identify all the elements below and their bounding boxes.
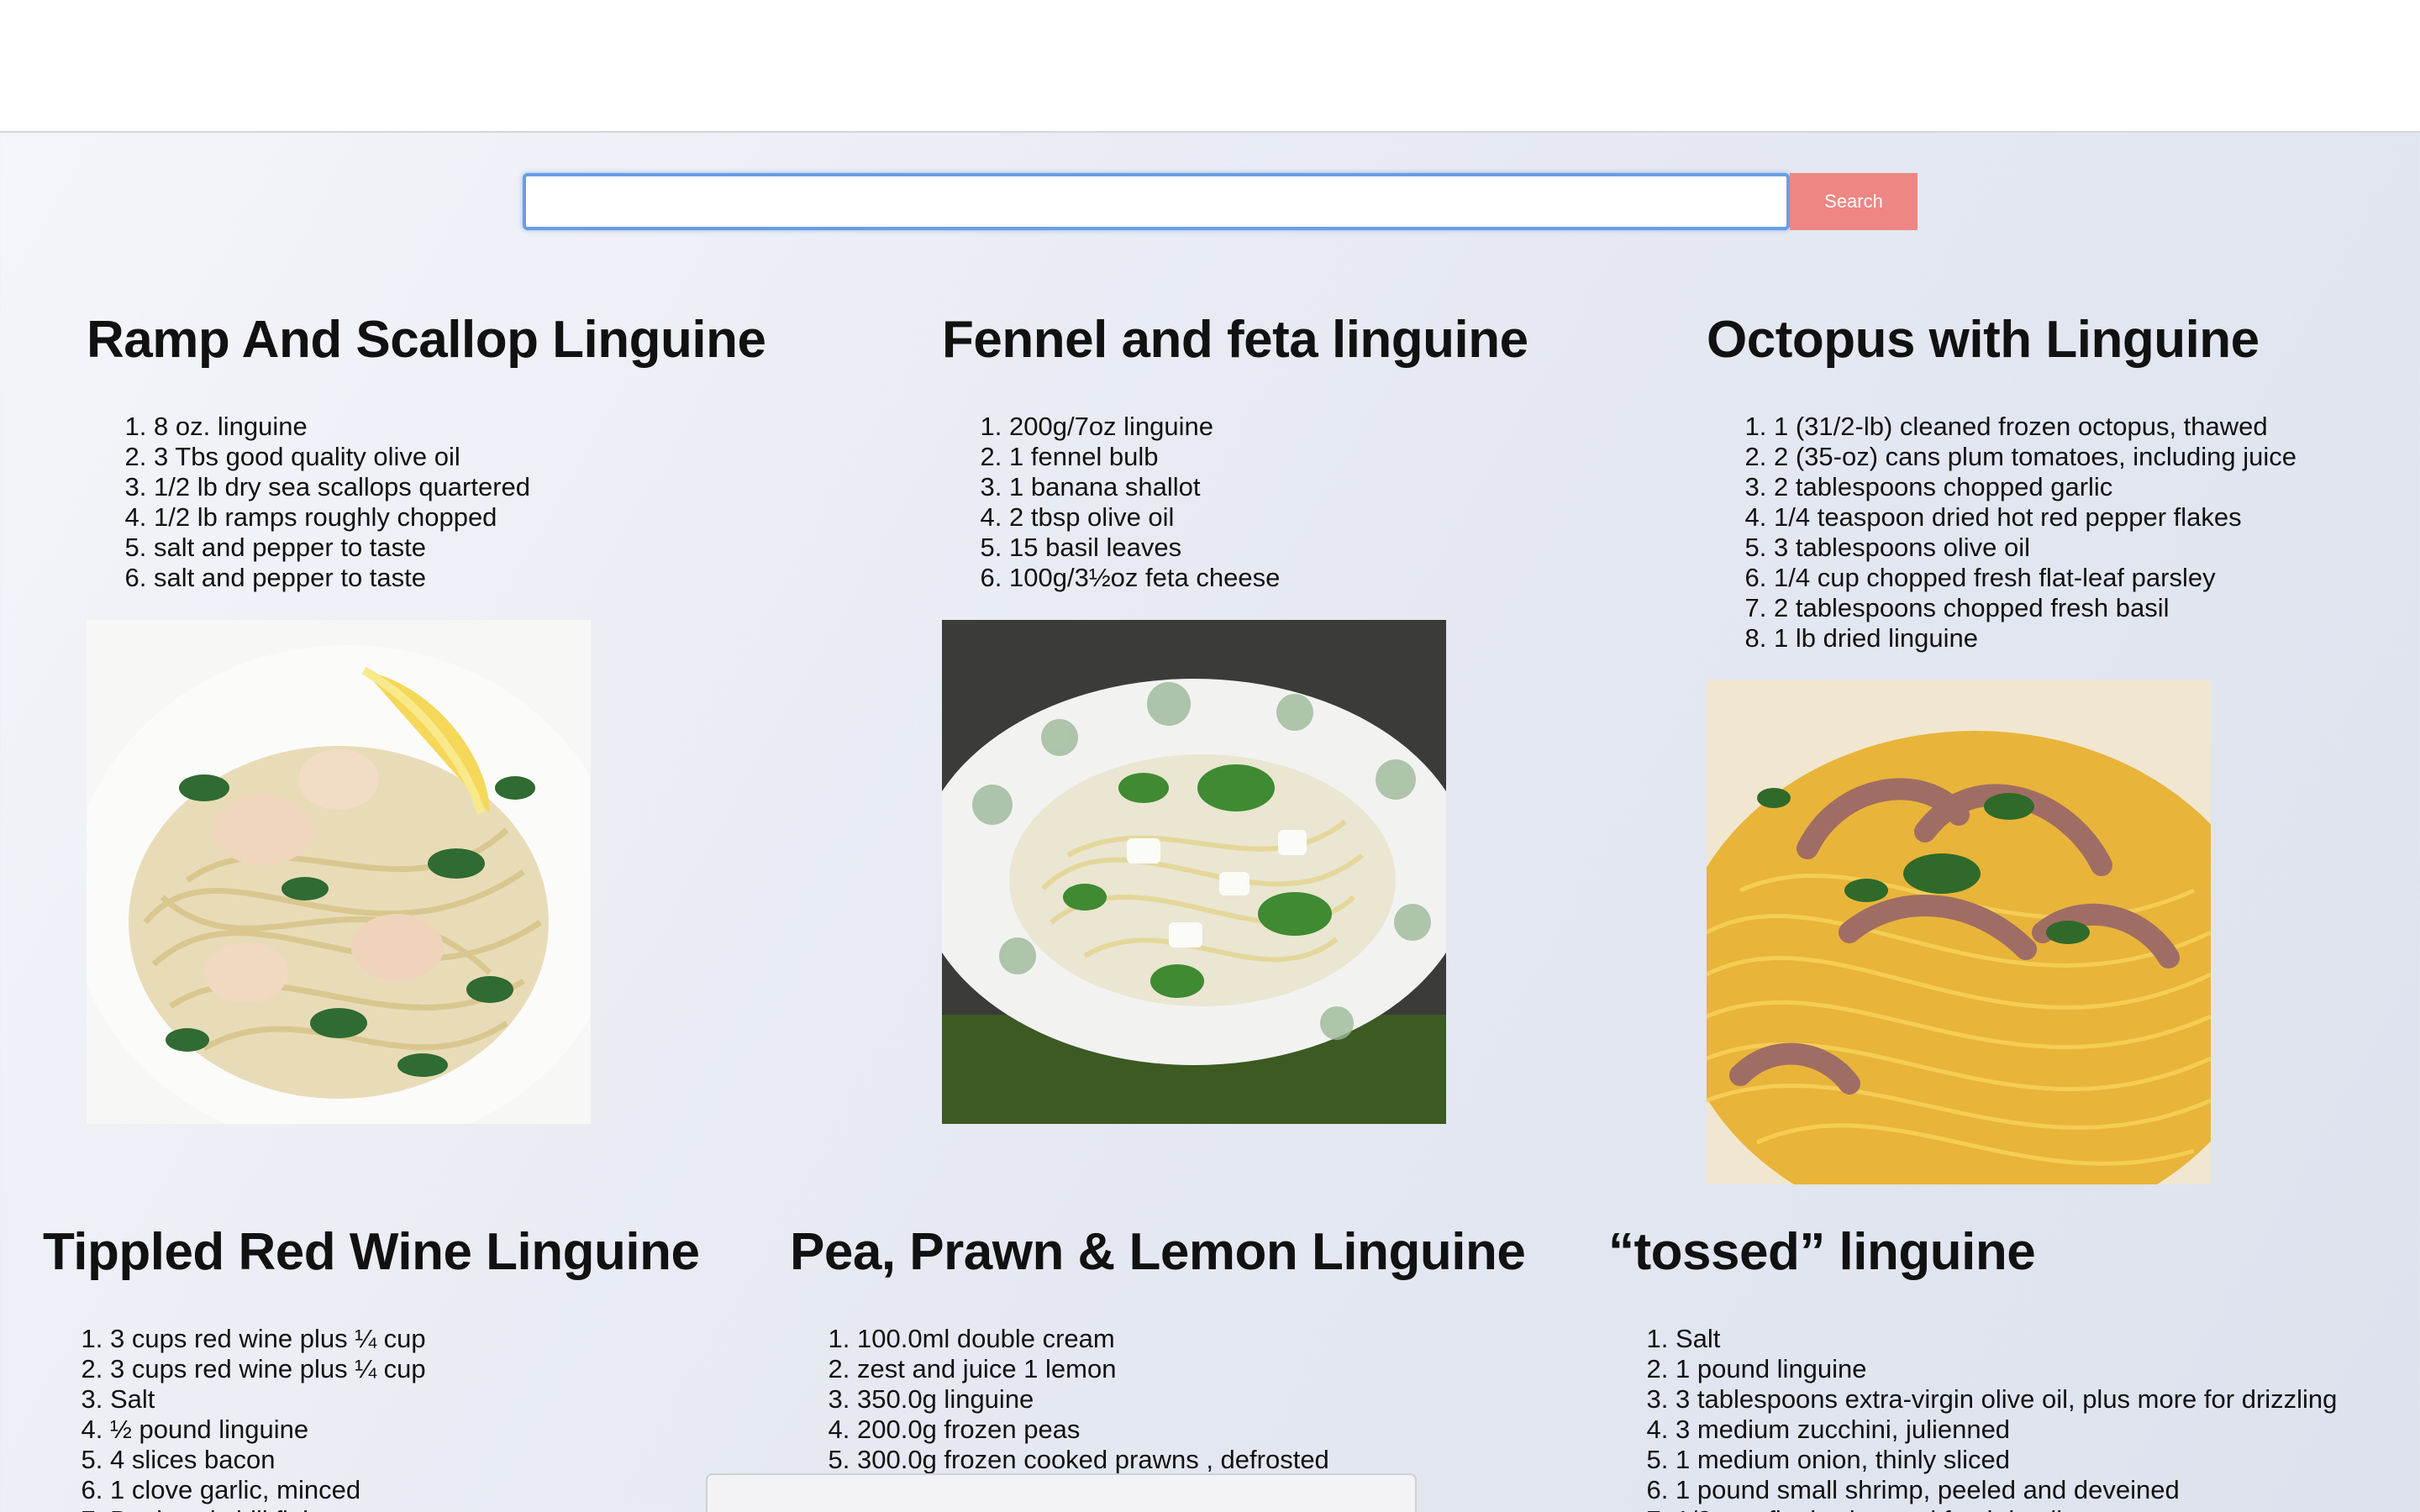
ingredient-item: ½ pound linguine bbox=[110, 1415, 699, 1445]
recipe-card: Pea, Prawn & Lemon Linguine 100.0ml doub… bbox=[790, 1215, 1526, 1475]
ingredient-item: 1 pound linguine bbox=[1676, 1354, 2337, 1384]
ingredient-item: 1/2 lb dry sea scallops quartered bbox=[154, 472, 765, 502]
recipe-title[interactable]: “tossed” linguine bbox=[1608, 1215, 2337, 1290]
ingredient-item: 2 (35-oz) cans plum tomatoes, including … bbox=[1774, 442, 2296, 472]
ingredient-item: 300.0g frozen cooked prawns , defrosted bbox=[857, 1445, 1525, 1475]
ingredient-item: 1 fennel bulb bbox=[1009, 442, 1528, 472]
ingredient-item: Salt bbox=[1676, 1324, 2337, 1354]
ingredient-item: 15 basil leaves bbox=[1009, 533, 1528, 563]
ingredient-item: 3 Tbs good quality olive oil bbox=[154, 442, 765, 472]
ingredient-item: 3 tablespoons olive oil bbox=[1774, 533, 2296, 563]
search-button[interactable]: Search bbox=[1790, 173, 1918, 230]
recipe-title[interactable]: Pea, Prawn & Lemon Linguine bbox=[790, 1215, 1526, 1290]
recipe-title[interactable]: Octopus with Linguine bbox=[1707, 302, 2296, 378]
ingredient-item: zest and juice 1 lemon bbox=[857, 1354, 1525, 1384]
ingredient-item: 1 (31/2-lb) cleaned frozen octopus, thaw… bbox=[1774, 412, 2296, 442]
recipe-card: Ramp And Scallop Linguine 8 oz. linguine… bbox=[87, 302, 766, 1124]
recipe-title[interactable]: Fennel and feta linguine bbox=[942, 302, 1528, 378]
ingredient-list: 3 cups red wine plus ¼ cup 3 cups red wi… bbox=[43, 1324, 699, 1512]
ingredient-item: 1 clove garlic, minced bbox=[110, 1475, 699, 1505]
ingredient-item: Dash red chili flakes bbox=[110, 1505, 699, 1512]
search-input[interactable] bbox=[523, 173, 1790, 230]
ingredient-item: salt and pepper to taste bbox=[154, 533, 765, 563]
ingredient-item: 2 tablespoons chopped garlic bbox=[1774, 472, 2296, 502]
ingredient-item: 3 cups red wine plus ¼ cup bbox=[110, 1324, 699, 1354]
ingredient-item: Salt bbox=[110, 1384, 699, 1415]
ingredient-list: 200g/7oz linguine 1 fennel bulb 1 banana… bbox=[942, 412, 1528, 593]
ingredient-item: 1/4 teaspoon dried hot red pepper flakes bbox=[1774, 502, 2296, 533]
ingredient-item: 1 pound small shrimp, peeled and deveine… bbox=[1676, 1475, 2337, 1505]
ingredient-list: 1 (31/2-lb) cleaned frozen octopus, thaw… bbox=[1707, 412, 2296, 654]
top-navigation-bar bbox=[0, 0, 2420, 133]
ingredient-item: 1/2 lb ramps roughly chopped bbox=[154, 502, 765, 533]
ingredient-item: 1 banana shallot bbox=[1009, 472, 1528, 502]
ingredient-item: 1/2 cup finely chopped fresh basil bbox=[1676, 1505, 2337, 1512]
ingredient-item: 200.0g frozen peas bbox=[857, 1415, 1525, 1445]
ingredient-item: 4 slices bacon bbox=[110, 1445, 699, 1475]
ingredient-item: salt and pepper to taste bbox=[154, 563, 765, 593]
ingredient-item: 2 tbsp olive oil bbox=[1009, 502, 1528, 533]
ingredient-list: Salt 1 pound linguine 3 tablespoons extr… bbox=[1608, 1324, 2337, 1512]
recipe-image[interactable] bbox=[87, 620, 591, 1124]
ingredient-item: 3 cups red wine plus ¼ cup bbox=[110, 1354, 699, 1384]
ingredient-item: 2 tablespoons chopped fresh basil bbox=[1774, 593, 2296, 623]
overlay-panel bbox=[706, 1473, 1417, 1512]
recipe-card: Octopus with Linguine 1 (31/2-lb) cleane… bbox=[1707, 302, 2296, 1184]
ingredient-list: 100.0ml double cream zest and juice 1 le… bbox=[790, 1324, 1525, 1475]
ingredient-item: 350.0g linguine bbox=[857, 1384, 1525, 1415]
recipe-card: “tossed” linguine Salt 1 pound linguine … bbox=[1608, 1215, 2337, 1512]
ingredient-item: 100g/3½oz feta cheese bbox=[1009, 563, 1528, 593]
ingredient-item: 1 medium onion, thinly sliced bbox=[1676, 1445, 2337, 1475]
recipe-title[interactable]: Ramp And Scallop Linguine bbox=[87, 302, 766, 378]
recipe-image[interactable] bbox=[942, 620, 1446, 1124]
ingredient-item: 200g/7oz linguine bbox=[1009, 412, 1528, 442]
ingredient-item: 1/4 cup chopped fresh flat-leaf parsley bbox=[1774, 563, 2296, 593]
ingredient-list: 8 oz. linguine 3 Tbs good quality olive … bbox=[87, 412, 765, 593]
ingredient-item: 100.0ml double cream bbox=[857, 1324, 1525, 1354]
ingredient-item: 3 tablespoons extra-virgin olive oil, pl… bbox=[1676, 1384, 2337, 1415]
ingredient-item: 8 oz. linguine bbox=[154, 412, 765, 442]
recipe-title[interactable]: Tippled Red Wine Linguine bbox=[43, 1215, 700, 1290]
ingredient-item: 1 lb dried linguine bbox=[1774, 623, 2296, 654]
ingredient-item: 3 medium zucchini, julienned bbox=[1676, 1415, 2337, 1445]
recipe-card: Fennel and feta linguine 200g/7oz lingui… bbox=[942, 302, 1528, 1124]
search-bar: Search bbox=[523, 173, 1918, 230]
recipe-image[interactable] bbox=[1707, 680, 2211, 1184]
recipe-card: Tippled Red Wine Linguine 3 cups red win… bbox=[43, 1215, 700, 1512]
